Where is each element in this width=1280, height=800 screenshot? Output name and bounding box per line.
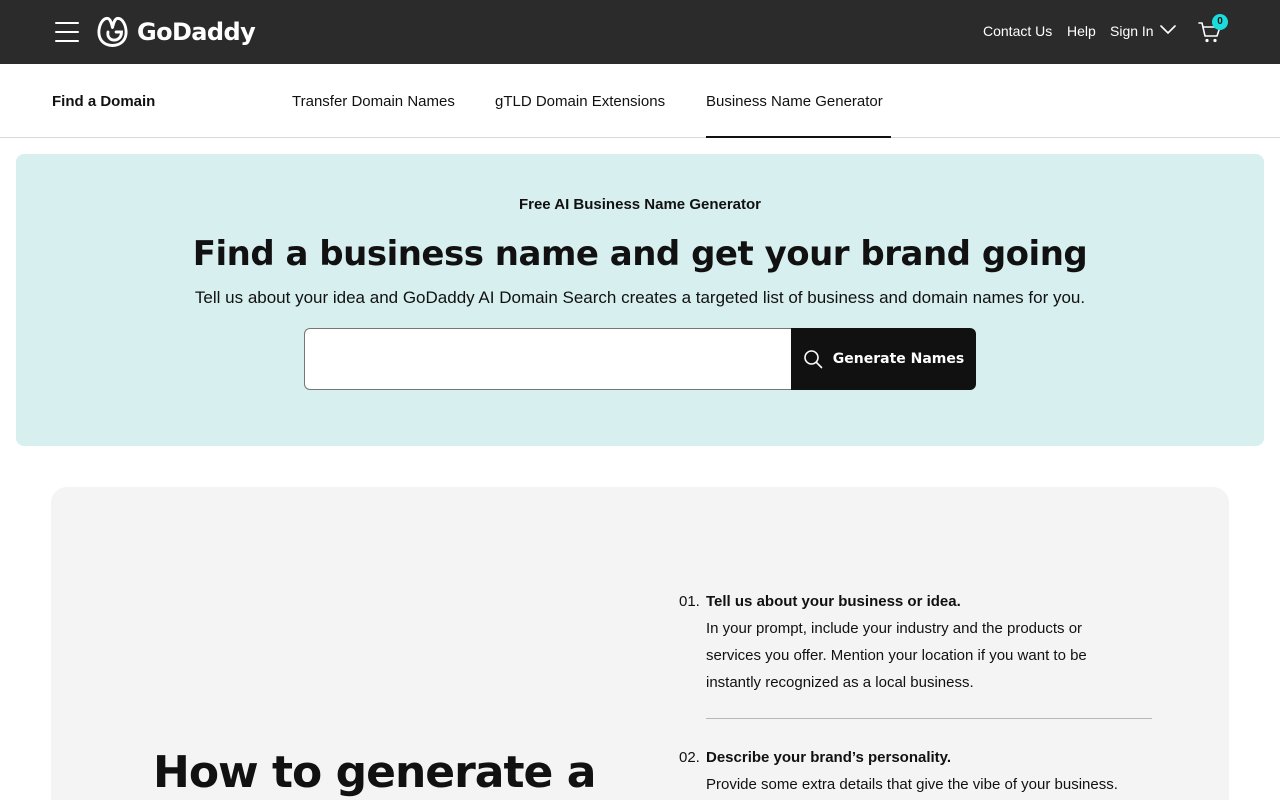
cart-count-badge: 0 xyxy=(1212,14,1228,30)
hero-subtitle: Tell us about your idea and GoDaddy AI D… xyxy=(194,288,1086,307)
subnav-title[interactable]: Find a Domain xyxy=(52,93,155,111)
step-number: 02. xyxy=(679,749,700,766)
step-body: Provide some extra details that give the… xyxy=(706,776,1118,793)
hero-eyebrow: Free AI Business Name Generator xyxy=(518,196,762,213)
sign-in-link[interactable]: Sign In xyxy=(1110,22,1154,40)
hero-section: Free AI Business Name Generator Find a b… xyxy=(16,154,1264,446)
godaddy-logo[interactable]: GoDaddy xyxy=(94,14,256,50)
tab-gtld-domain-extensions[interactable]: gTLD Domain Extensions xyxy=(495,93,665,111)
step-heading: Tell us about your business or idea. xyxy=(706,593,961,610)
menu-icon[interactable] xyxy=(52,19,82,45)
step-number: 01. xyxy=(679,593,700,610)
how-to-section: How to generate a 01. Tell us about your… xyxy=(51,487,1229,800)
step-body: In your prompt, include your industry an… xyxy=(706,620,1087,691)
domain-subnav: Find a Domain Transfer Domain Names gTLD… xyxy=(0,64,1280,138)
generate-names-button[interactable]: Generate Names xyxy=(791,328,976,390)
how-to-title: How to generate a xyxy=(153,747,596,798)
contact-us-link[interactable]: Contact Us xyxy=(983,22,1052,40)
generate-names-label: Generate Names xyxy=(832,351,965,367)
help-link[interactable]: Help xyxy=(1067,22,1096,40)
step-heading: Describe your brand’s personality. xyxy=(706,749,952,766)
step-divider xyxy=(706,718,1152,719)
active-tab-underline xyxy=(706,136,891,138)
chevron-down-icon[interactable] xyxy=(1160,24,1176,36)
tab-transfer-domain-names[interactable]: Transfer Domain Names xyxy=(292,93,455,111)
business-idea-input[interactable] xyxy=(304,328,794,390)
logo-text: GoDaddy xyxy=(137,18,256,46)
hero-title: Find a business name and get your brand … xyxy=(192,234,1088,274)
godaddy-logo-icon xyxy=(97,16,128,47)
top-header: GoDaddy Contact Us Help Sign In 0 xyxy=(0,0,1280,64)
tab-business-name-generator[interactable]: Business Name Generator xyxy=(706,93,883,111)
search-icon xyxy=(803,350,823,369)
